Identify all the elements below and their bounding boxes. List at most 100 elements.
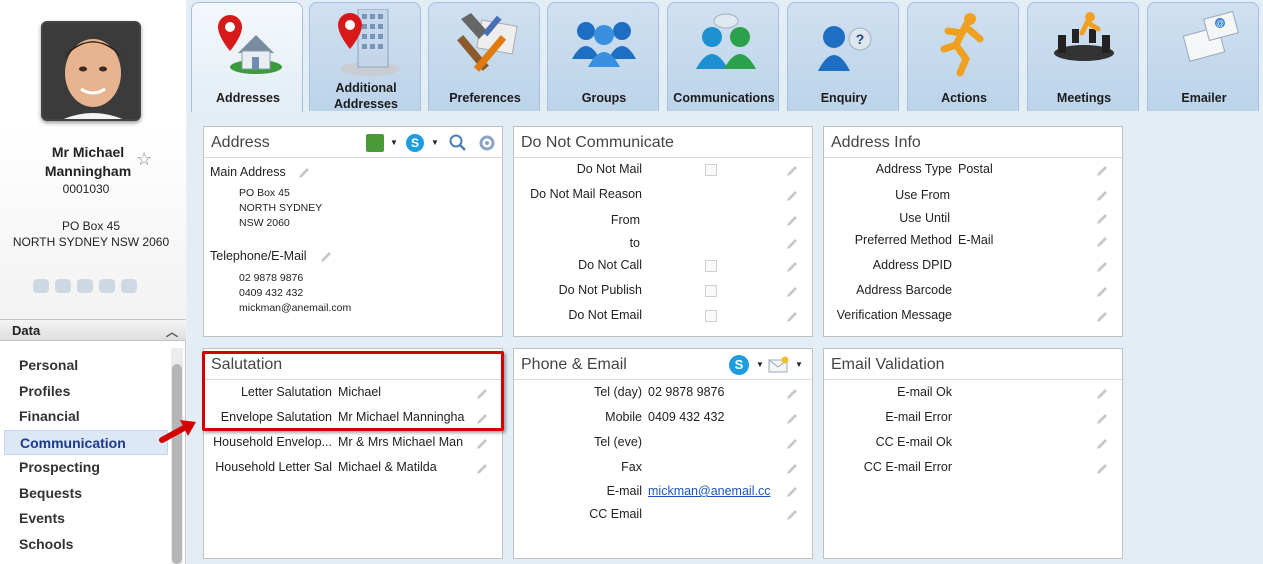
edit-pencil-icon[interactable] xyxy=(297,166,311,180)
tab-groups[interactable]: Groups xyxy=(547,2,659,111)
do-not-email-checkbox[interactable] xyxy=(705,310,717,322)
tab-bar: Addresses Additional Addresses Preferenc… xyxy=(187,0,1263,112)
cc-email-label: CC Email xyxy=(589,507,642,521)
tab-additional-addresses[interactable]: Additional Addresses xyxy=(309,2,421,111)
edit-pencil-icon[interactable] xyxy=(1095,310,1109,324)
map-icon[interactable] xyxy=(366,134,384,152)
edit-pencil-icon[interactable] xyxy=(785,189,799,203)
do-not-mail-reason-label: Do Not Mail Reason xyxy=(530,187,642,201)
household-envelope-value[interactable]: Mr & Mrs Michael Man xyxy=(338,435,472,449)
divider xyxy=(514,379,812,380)
do-not-communicate-panel: Do Not Communicate Do Not Mail Do Not Ma… xyxy=(513,126,813,337)
edit-pencil-icon[interactable] xyxy=(785,310,799,324)
use-until-label: Use Until xyxy=(899,211,950,225)
enquiry-icon: ? xyxy=(818,26,872,71)
tab-meetings[interactable]: Meetings xyxy=(1027,2,1139,111)
tab-emailer[interactable]: @ Emailer xyxy=(1147,2,1259,111)
divider xyxy=(204,157,502,158)
search-icon[interactable] xyxy=(448,133,468,153)
do-not-mail-checkbox[interactable] xyxy=(705,164,717,176)
edit-pencil-icon[interactable] xyxy=(1095,189,1109,203)
svg-text:@: @ xyxy=(1216,19,1224,28)
household-letter-value[interactable]: Michael & Matilda xyxy=(338,460,472,474)
main-address-line: NSW 2060 xyxy=(239,217,290,229)
verification-message-label: Verification Message xyxy=(836,308,952,322)
edit-pencil-icon[interactable] xyxy=(785,260,799,274)
edit-pencil-icon[interactable] xyxy=(785,485,799,499)
map-dropdown-icon[interactable]: ▼ xyxy=(390,138,398,147)
edit-pencil-icon[interactable] xyxy=(1095,437,1109,451)
sidebar-item-bequests[interactable]: Bequests xyxy=(4,481,168,507)
email-validation-panel: Email Validation E-mail Ok E-mail Error … xyxy=(823,348,1123,559)
status-icons xyxy=(33,279,137,293)
preferred-method-value[interactable]: E-Mail xyxy=(958,233,993,247)
skype-icon[interactable]: S xyxy=(729,355,749,375)
tab-communications[interactable]: Communications xyxy=(667,2,779,111)
email-label: E-mail xyxy=(606,484,642,498)
contact-photo[interactable] xyxy=(41,21,141,121)
household-envelope-label: Household Envelop... xyxy=(213,435,332,449)
tab-actions[interactable]: Actions xyxy=(907,2,1019,111)
edit-pencil-icon[interactable] xyxy=(1095,164,1109,178)
address-panel-title: Address xyxy=(211,134,270,151)
sidebar-item-profiles[interactable]: Profiles xyxy=(4,379,168,405)
address-type-label: Address Type xyxy=(875,162,952,176)
edit-pencil-icon[interactable] xyxy=(785,437,799,451)
tab-addresses[interactable]: Addresses xyxy=(191,2,303,112)
sidebar-item-schools[interactable]: Schools xyxy=(4,532,168,558)
do-not-call-checkbox[interactable] xyxy=(705,260,717,272)
do-not-call-label: Do Not Call xyxy=(578,258,642,272)
contact-address-line1: PO Box 45 xyxy=(61,219,121,233)
edit-pencil-icon[interactable] xyxy=(785,285,799,299)
edit-pencil-icon[interactable] xyxy=(1095,260,1109,274)
divider xyxy=(824,379,1122,380)
sidebar-item-communication[interactable]: Communication xyxy=(4,429,168,455)
sidebar-item-events[interactable]: Events xyxy=(4,506,168,532)
tel-day-label: Tel (day) xyxy=(594,385,642,399)
address-dpid-label: Address DPID xyxy=(872,258,952,272)
edit-pencil-icon[interactable] xyxy=(785,387,799,401)
edit-pencil-icon[interactable] xyxy=(1095,212,1109,226)
skype-dropdown-icon[interactable]: ▼ xyxy=(431,138,439,147)
tel-day-value[interactable]: 02 9878 9876 xyxy=(648,385,724,399)
email-dropdown-icon[interactable]: ▼ xyxy=(795,360,803,369)
edit-pencil-icon[interactable] xyxy=(1095,285,1109,299)
sidebar-item-financial[interactable]: Financial xyxy=(4,404,168,430)
sidebar-item-prospecting[interactable]: Prospecting xyxy=(4,455,168,481)
do-not-publish-checkbox[interactable] xyxy=(705,285,717,297)
edit-pencil-icon[interactable] xyxy=(1095,462,1109,476)
tab-preferences-label: Preferences xyxy=(449,91,521,105)
sidebar-scrollbar-thumb[interactable] xyxy=(172,364,182,564)
skype-icon[interactable]: S xyxy=(406,134,424,152)
edit-pencil-icon[interactable] xyxy=(1095,387,1109,401)
edit-pencil-icon[interactable] xyxy=(475,437,489,451)
gear-icon[interactable] xyxy=(477,133,497,153)
envelope-icon[interactable] xyxy=(768,356,790,374)
edit-pencil-icon[interactable] xyxy=(785,237,799,251)
edit-pencil-icon[interactable] xyxy=(1095,235,1109,249)
address-type-value[interactable]: Postal xyxy=(958,162,993,176)
edit-pencil-icon[interactable] xyxy=(475,462,489,476)
do-not-publish-label: Do Not Publish xyxy=(558,283,642,297)
edit-pencil-icon[interactable] xyxy=(785,462,799,476)
chevron-up-icon[interactable]: ︿ xyxy=(166,323,178,340)
running-man-icon xyxy=(940,13,984,77)
edit-pencil-icon[interactable] xyxy=(785,508,799,522)
house-pin-icon xyxy=(218,15,282,74)
edit-pencil-icon[interactable] xyxy=(785,214,799,228)
skype-dropdown-icon[interactable]: ▼ xyxy=(756,360,764,369)
tab-enquiry[interactable]: ? Enquiry xyxy=(787,2,899,111)
data-section-title: Data xyxy=(12,323,41,338)
email-link[interactable]: mickman@anemail.cc xyxy=(648,484,782,498)
edit-pencil-icon[interactable] xyxy=(785,412,799,426)
edit-pencil-icon[interactable] xyxy=(1095,412,1109,426)
preferred-method-label: Preferred Method xyxy=(854,233,952,247)
tab-preferences[interactable]: Preferences xyxy=(428,2,540,111)
favourite-star-icon[interactable]: ☆ xyxy=(136,149,152,170)
use-from-label: Use From xyxy=(895,188,950,202)
edit-pencil-icon[interactable] xyxy=(319,250,333,264)
mobile-value[interactable]: 0409 432 432 xyxy=(648,410,724,424)
edit-pencil-icon[interactable] xyxy=(785,164,799,178)
data-section-header[interactable]: Data ︿ xyxy=(0,319,186,341)
sidebar-item-personal[interactable]: Personal xyxy=(4,353,168,379)
